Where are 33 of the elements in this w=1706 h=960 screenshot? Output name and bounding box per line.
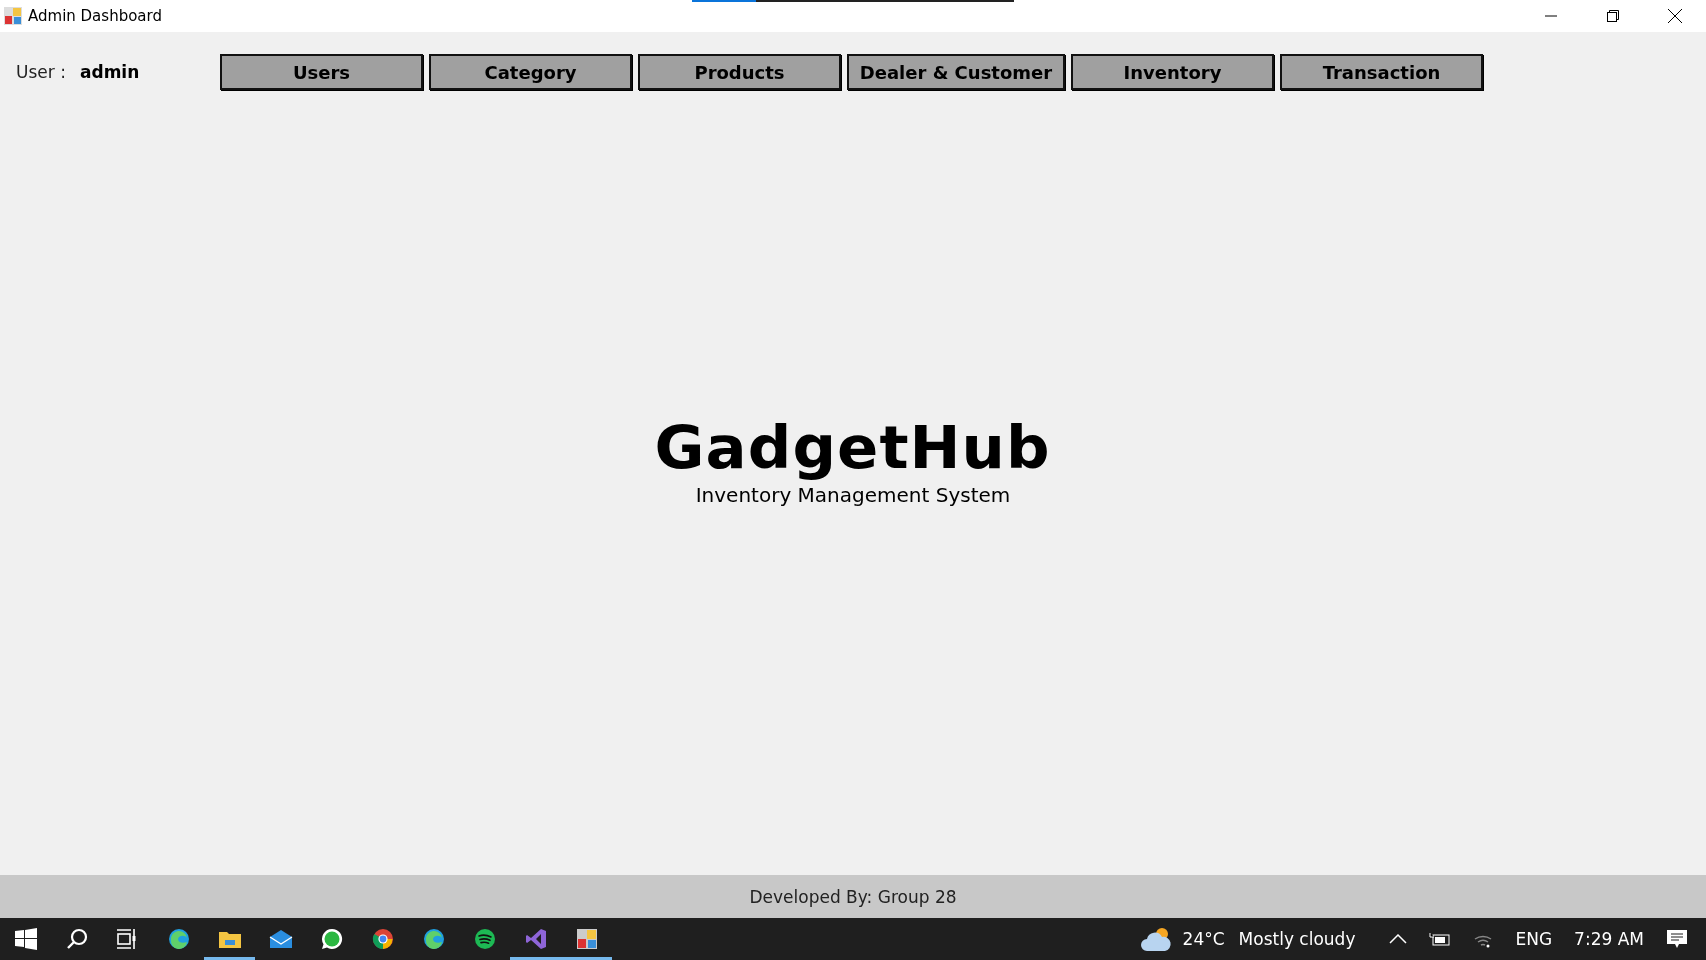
- weather-condition: Mostly cloudy: [1238, 929, 1356, 949]
- search-icon: [65, 928, 88, 950]
- chat-icon: [320, 928, 343, 950]
- close-icon: [1667, 8, 1683, 24]
- nav-button[interactable]: Dealer & Customer: [847, 54, 1065, 90]
- code-editor-icon: [524, 928, 547, 950]
- clock[interactable]: 7:29 AM: [1574, 929, 1644, 949]
- language-indicator[interactable]: ENG: [1515, 929, 1553, 949]
- windows-icon: [14, 928, 37, 950]
- nav-button[interactable]: Inventory: [1071, 54, 1274, 90]
- nav-button[interactable]: Products: [638, 54, 841, 90]
- battery-icon[interactable]: [1429, 932, 1452, 946]
- nav-button[interactable]: Transaction: [1280, 54, 1483, 90]
- folder-icon: [217, 929, 242, 949]
- weather-temperature: 24°C: [1182, 929, 1225, 949]
- user-label: User :: [16, 62, 67, 82]
- nav-button[interactable]: Users: [220, 54, 423, 90]
- chevron-up-icon[interactable]: [1389, 934, 1408, 944]
- app-icon: [4, 7, 22, 25]
- restore-icon: [1606, 9, 1620, 23]
- notification-icon[interactable]: [1666, 928, 1688, 950]
- music-icon: [473, 928, 496, 950]
- mail-icon: [268, 929, 293, 949]
- nav-button[interactable]: Category: [429, 54, 632, 90]
- user-name: admin: [80, 62, 141, 82]
- footer-text: Developed By: Group 28: [749, 886, 957, 907]
- brand-tagline: Inventory Management System: [695, 482, 1011, 507]
- app-icon: [575, 928, 598, 950]
- browser-icon: [422, 928, 445, 950]
- cloud-icon: [1138, 926, 1173, 952]
- browser-icon: [167, 928, 190, 950]
- browser-icon: [371, 928, 394, 950]
- window-title: Admin Dashboard: [28, 7, 162, 25]
